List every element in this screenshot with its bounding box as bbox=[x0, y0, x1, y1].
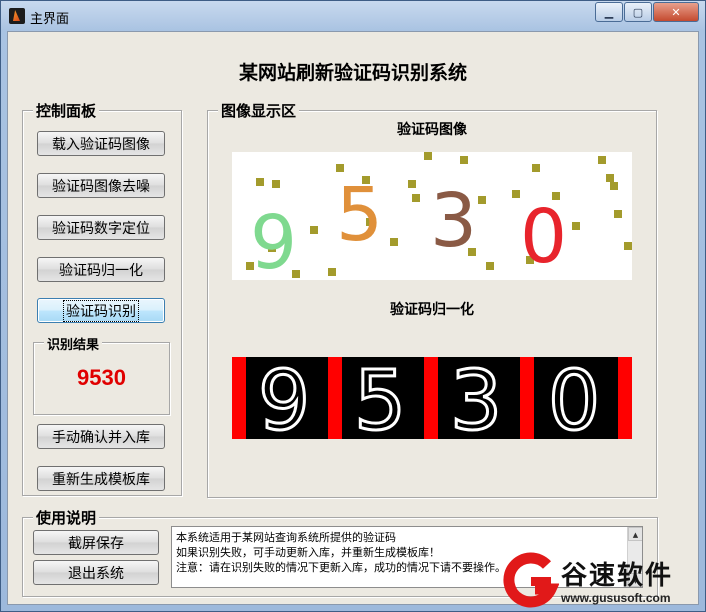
normalized-digit-2: 5 bbox=[354, 357, 406, 439]
image-display-label: 图像显示区 bbox=[218, 100, 300, 121]
result-panel: 识别结果 9530 bbox=[33, 334, 170, 415]
screenshot-save-button[interactable]: 截屏保存 bbox=[33, 530, 159, 555]
image-display-area: 图像显示区 验证码图像 9 5 3 0 验证码归一化 9 5 3 0 bbox=[207, 100, 657, 498]
normalized-digit-3: 3 bbox=[450, 357, 502, 439]
captcha-title: 验证码图像 bbox=[397, 122, 467, 138]
exit-button[interactable]: 退出系统 bbox=[33, 560, 159, 585]
captcha-digit-3: 3 bbox=[430, 178, 477, 264]
usage-line-1: 本系统适用于某网站查询系统所提供的验证码 bbox=[176, 531, 396, 544]
regenerate-template-button[interactable]: 重新生成模板库 bbox=[37, 466, 165, 491]
normalize-button[interactable]: 验证码归一化 bbox=[37, 257, 165, 282]
recognize-button[interactable]: 验证码识别 bbox=[37, 298, 165, 323]
normalized-svg: 9 5 3 0 bbox=[232, 357, 632, 439]
normalized-title: 验证码归一化 bbox=[390, 302, 474, 318]
watermark-text: 谷速软件 bbox=[561, 561, 674, 591]
watermark: 谷速软件 www.gususoft.com bbox=[501, 551, 701, 609]
captcha-image: 9 5 3 0 bbox=[232, 152, 632, 280]
figure-client-area: 某网站刷新验证码识别系统 控制面板 载入验证码图像 验证码图像去噪 验证码数字定… bbox=[7, 31, 699, 605]
minimize-icon[interactable]: ▁ bbox=[595, 2, 623, 22]
result-label: 识别结果 bbox=[44, 334, 103, 353]
captcha-digit-4: 0 bbox=[520, 194, 567, 280]
load-captcha-button[interactable]: 载入验证码图像 bbox=[37, 131, 165, 156]
watermark-url: www.gususoft.com bbox=[561, 591, 671, 605]
usage-label: 使用说明 bbox=[33, 507, 100, 528]
normalized-digit-4: 0 bbox=[548, 357, 600, 439]
captcha-svg: 9 5 3 0 bbox=[246, 152, 632, 280]
locate-digits-button[interactable]: 验证码数字定位 bbox=[37, 215, 165, 240]
maximize-icon[interactable]: ▢ bbox=[624, 2, 652, 22]
normalized-digit-1: 9 bbox=[258, 357, 310, 439]
window-controls: ▁ ▢ ✕ bbox=[595, 2, 699, 22]
matlab-app-icon bbox=[9, 8, 25, 24]
manual-confirm-button[interactable]: 手动确认并入库 bbox=[37, 424, 165, 449]
captcha-digit-2: 5 bbox=[336, 172, 383, 258]
main-window: 主界面 ▁ ▢ ✕ 某网站刷新验证码识别系统 控制面板 载入验证码图像 验证码图… bbox=[0, 0, 706, 612]
control-panel: 控制面板 载入验证码图像 验证码图像去噪 验证码数字定位 验证码归一化 验证码识… bbox=[22, 100, 182, 496]
title-bar[interactable]: 主界面 ▁ ▢ ✕ bbox=[1, 1, 705, 31]
result-value: 9530 bbox=[77, 365, 126, 390]
window-title: 主界面 bbox=[30, 12, 70, 27]
captcha-digit-1: 9 bbox=[250, 200, 297, 280]
watermark-logo-icon bbox=[503, 552, 559, 608]
denoise-button[interactable]: 验证码图像去噪 bbox=[37, 173, 165, 198]
captcha-digits: 9 5 3 0 bbox=[250, 172, 567, 280]
close-icon[interactable]: ✕ bbox=[653, 2, 699, 22]
control-panel-label: 控制面板 bbox=[33, 100, 100, 121]
page-title: 某网站刷新验证码识别系统 bbox=[238, 62, 467, 84]
scroll-up-icon[interactable]: ▲ bbox=[628, 527, 642, 541]
normalized-image: 9 5 3 0 bbox=[232, 357, 632, 439]
